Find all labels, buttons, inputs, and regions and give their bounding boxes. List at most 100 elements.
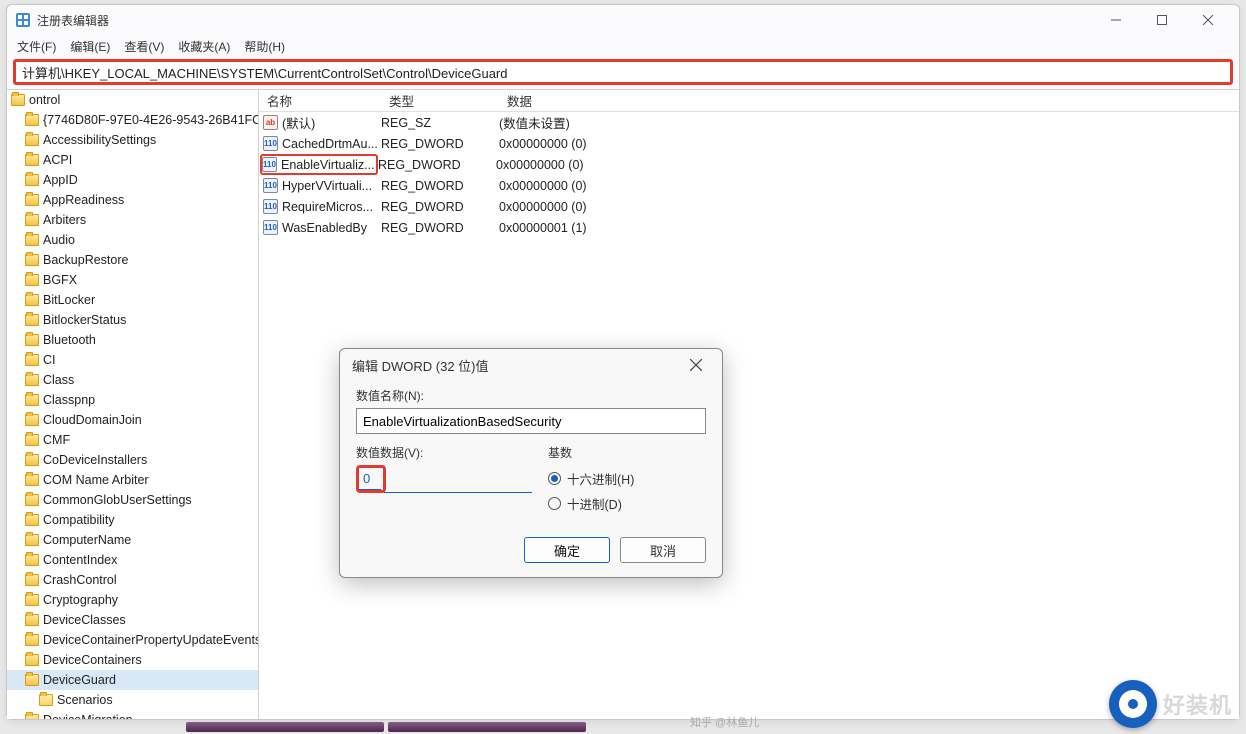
tree-item[interactable]: CommonGlobUserSettings <box>7 490 258 510</box>
cancel-button[interactable]: 取消 <box>620 537 706 563</box>
value-data: 0x00000000 (0) <box>499 200 1239 214</box>
reg-dword-icon: 110 <box>262 157 277 172</box>
value-row[interactable]: 110CachedDrtmAu...REG_DWORD0x00000000 (0… <box>259 133 1239 154</box>
folder-icon <box>25 674 39 686</box>
value-name: WasEnabledBy <box>282 221 367 235</box>
decorative-strip <box>186 722 586 732</box>
menu-favorites[interactable]: 收藏夹(A) <box>178 38 230 55</box>
tree-item[interactable]: AppReadiness <box>7 190 258 210</box>
close-button[interactable] <box>1185 5 1231 35</box>
tree-item[interactable]: BackupRestore <box>7 250 258 270</box>
tree-item[interactable]: ontrol <box>7 90 258 110</box>
folder-icon <box>25 434 39 446</box>
value-data-input-inner[interactable] <box>359 468 381 490</box>
value-row[interactable]: ab(默认)REG_SZ(数值未设置) <box>259 112 1239 133</box>
radio-hex[interactable]: 十六进制(H) <box>548 469 706 488</box>
content-area: ontrol{7746D80F-97E0-4E26-9543-26B41FC2A… <box>7 89 1239 719</box>
tree-item[interactable]: COM Name Arbiter <box>7 470 258 490</box>
tree-item[interactable]: BGFX <box>7 270 258 290</box>
tree-item[interactable]: Bluetooth <box>7 330 258 350</box>
col-type[interactable]: 类型 <box>381 91 499 110</box>
radio-dec-label: 十进制(D) <box>567 494 622 513</box>
tree-item-label: ACPI <box>43 153 72 167</box>
tree-item[interactable]: AppID <box>7 170 258 190</box>
address-bar[interactable]: 计算机\HKEY_LOCAL_MACHINE\SYSTEM\CurrentCon… <box>13 59 1233 85</box>
tree-item[interactable]: DeviceClasses <box>7 610 258 630</box>
dialog-body: 数值名称(N): 数值数据(V): 基数 <box>340 381 722 577</box>
value-row[interactable]: 110WasEnabledByREG_DWORD0x00000001 (1) <box>259 217 1239 238</box>
folder-icon <box>25 354 39 366</box>
folder-icon <box>25 474 39 486</box>
tree-item[interactable]: Scenarios <box>7 690 258 710</box>
app-icon <box>15 12 31 28</box>
tree-item[interactable]: BitlockerStatus <box>7 310 258 330</box>
value-data: (数值未设置) <box>499 113 1239 132</box>
value-row[interactable]: 110EnableVirtualiz...REG_DWORD0x00000000… <box>259 154 1239 175</box>
tree-item-label: BitlockerStatus <box>43 313 126 327</box>
dialog-title-text: 编辑 DWORD (32 位)值 <box>352 356 489 375</box>
folder-icon <box>25 574 39 586</box>
tree-item[interactable]: Audio <box>7 230 258 250</box>
tree-item[interactable]: CI <box>7 350 258 370</box>
radio-dec[interactable]: 十进制(D) <box>548 494 706 513</box>
tree-item[interactable]: DeviceMigration <box>7 710 258 719</box>
folder-icon <box>25 414 39 426</box>
folder-icon <box>25 454 39 466</box>
tree-item-label: Audio <box>43 233 75 247</box>
titlebar[interactable]: 注册表编辑器 <box>7 5 1239 35</box>
tree-item[interactable]: ACPI <box>7 150 258 170</box>
tree-item[interactable]: Arbiters <box>7 210 258 230</box>
tree-item[interactable]: CoDeviceInstallers <box>7 450 258 470</box>
dialog-titlebar[interactable]: 编辑 DWORD (32 位)值 <box>340 349 722 381</box>
folder-icon <box>25 614 39 626</box>
value-name-input[interactable] <box>356 408 706 434</box>
value-name-cell: 110CachedDrtmAu... <box>263 136 381 151</box>
tree-item[interactable]: {7746D80F-97E0-4E26-9543-26B41FC2 <box>7 110 258 130</box>
tree-item-label: Classpnp <box>43 393 95 407</box>
tree-item[interactable]: Class <box>7 370 258 390</box>
zhihu-credit: 知乎 @林鱼儿 <box>690 714 759 730</box>
tree-item-label: Class <box>43 373 74 387</box>
folder-icon <box>25 374 39 386</box>
folder-icon <box>25 654 39 666</box>
tree-item[interactable]: ContentIndex <box>7 550 258 570</box>
menu-help[interactable]: 帮助(H) <box>244 38 285 55</box>
reg-dword-icon: 110 <box>263 136 278 151</box>
col-name[interactable]: 名称 <box>259 91 381 110</box>
tree-item[interactable]: CrashControl <box>7 570 258 590</box>
tree-item[interactable]: DeviceContainers <box>7 650 258 670</box>
tree-item-label: Arbiters <box>43 213 86 227</box>
value-row[interactable]: 110HyperVVirtuali...REG_DWORD0x00000000 … <box>259 175 1239 196</box>
value-row[interactable]: 110RequireMicros...REG_DWORD0x00000000 (… <box>259 196 1239 217</box>
address-text: 计算机\HKEY_LOCAL_MACHINE\SYSTEM\CurrentCon… <box>22 63 508 82</box>
dialog-close-button[interactable] <box>682 351 710 379</box>
value-data-underline <box>384 471 532 493</box>
tree-item-label: CMF <box>43 433 70 447</box>
folder-icon <box>25 234 39 246</box>
tree-item[interactable]: Classpnp <box>7 390 258 410</box>
col-data[interactable]: 数据 <box>499 91 1239 110</box>
menu-edit[interactable]: 编辑(E) <box>70 38 110 55</box>
folder-icon <box>25 394 39 406</box>
menu-file[interactable]: 文件(F) <box>17 38 56 55</box>
tree-item[interactable]: CMF <box>7 430 258 450</box>
tree-item-label: ContentIndex <box>43 553 117 567</box>
minimize-button[interactable] <box>1093 5 1139 35</box>
tree-item-label: CrashControl <box>43 573 117 587</box>
ok-button[interactable]: 确定 <box>524 537 610 563</box>
maximize-button[interactable] <box>1139 5 1185 35</box>
menu-view[interactable]: 查看(V) <box>124 38 164 55</box>
folder-icon <box>25 134 39 146</box>
folder-icon <box>39 694 53 706</box>
tree-item-label: DeviceClasses <box>43 613 126 627</box>
tree-item[interactable]: Cryptography <box>7 590 258 610</box>
tree-item[interactable]: AccessibilitySettings <box>7 130 258 150</box>
tree-item[interactable]: DeviceContainerPropertyUpdateEvents <box>7 630 258 650</box>
radio-hex-label: 十六进制(H) <box>567 469 634 488</box>
tree-item[interactable]: BitLocker <box>7 290 258 310</box>
tree-item[interactable]: CloudDomainJoin <box>7 410 258 430</box>
tree-item[interactable]: ComputerName <box>7 530 258 550</box>
tree-panel[interactable]: ontrol{7746D80F-97E0-4E26-9543-26B41FC2A… <box>7 90 259 719</box>
tree-item[interactable]: Compatibility <box>7 510 258 530</box>
tree-item[interactable]: DeviceGuard <box>7 670 258 690</box>
